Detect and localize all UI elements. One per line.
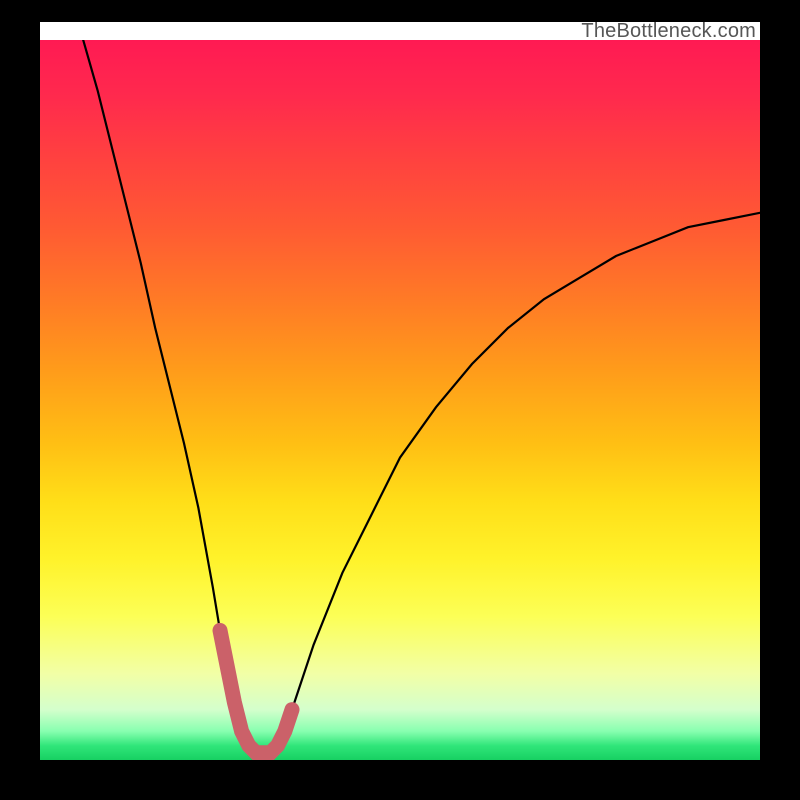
bottleneck-curve bbox=[83, 40, 760, 753]
optimal-zone-highlight bbox=[220, 630, 292, 752]
bottleneck-curve-svg bbox=[40, 40, 760, 760]
chart-plot-area bbox=[40, 40, 760, 760]
chart-frame: TheBottleneck.com bbox=[0, 0, 800, 800]
